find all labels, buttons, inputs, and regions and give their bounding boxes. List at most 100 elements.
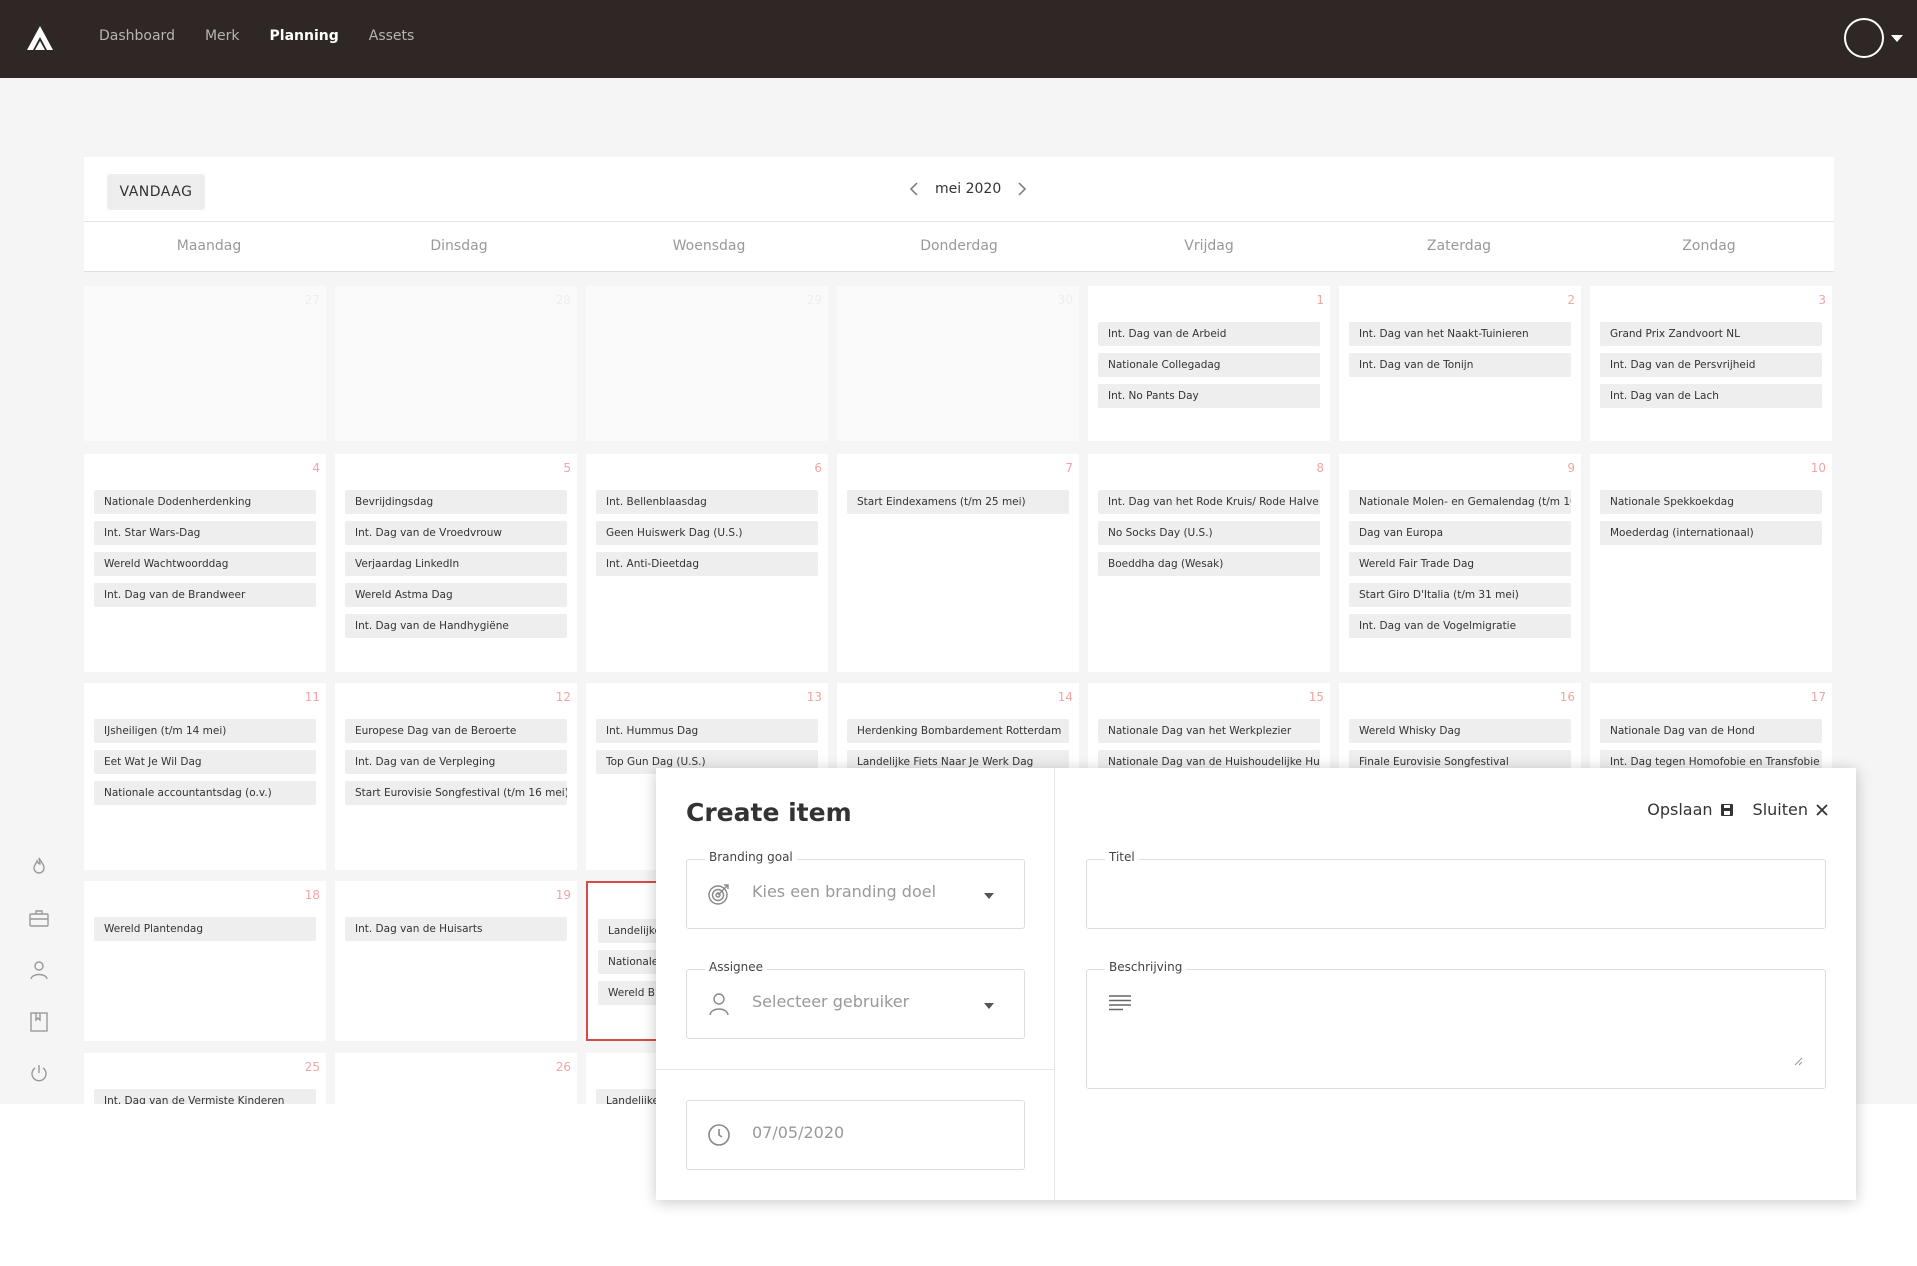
calendar-event[interactable]: Start Giro D'Italia (t/m 31 mei): [1349, 583, 1571, 607]
caret-down-icon[interactable]: [984, 893, 994, 899]
calendar-event[interactable]: Int. Hummus Dag: [596, 719, 818, 743]
avatar[interactable]: [1844, 18, 1884, 58]
calendar-event[interactable]: Int. Dag van de Handhygiëne: [345, 614, 567, 638]
calendar-event[interactable]: Eet Wat Je Wil Dag: [94, 750, 316, 774]
calendar-event[interactable]: Int. Dag van de Persvrijheid: [1600, 353, 1822, 377]
calendar-event[interactable]: Nationale Dag van het Werkplezier: [1098, 719, 1320, 743]
calendar-day-cell[interactable]: 9 Nationale Molen- en Gemalendag (t/m 10 …: [1339, 454, 1581, 672]
event-list: Start Eindexamens (t/m 25 mei): [847, 490, 1069, 514]
calendar-event[interactable]: Int. No Pants Day: [1098, 384, 1320, 408]
calendar-day-cell[interactable]: 18 Wereld Plantendag: [84, 881, 326, 1041]
calendar-day-cell[interactable]: 30: [837, 286, 1079, 441]
nav-item-merk[interactable]: Merk: [205, 28, 240, 44]
calendar-day-cell[interactable]: 4 Nationale Dodenherdenking Int. Star Wars…: [84, 454, 326, 672]
chevron-down-icon[interactable]: [1891, 35, 1903, 42]
calendar-event[interactable]: Int. Dag van de Vermiste Kinderen: [94, 1089, 316, 1104]
calendar-day-cell[interactable]: 7 Start Eindexamens (t/m 25 mei): [837, 454, 1079, 672]
calendar-event[interactable]: Wereld Whisky Dag: [1349, 719, 1571, 743]
calendar-event[interactable]: Moederdag (internationaal): [1600, 521, 1822, 545]
app-logo-icon[interactable]: [27, 26, 53, 50]
calendar-event[interactable]: Int. Dag van de Tonijn: [1349, 353, 1571, 377]
calendar-event[interactable]: Nationale Molen- en Gemalendag (t/m 10 m…: [1349, 490, 1571, 514]
caret-down-icon[interactable]: [984, 1003, 994, 1009]
calendar-day-cell[interactable]: 10 Nationale Spekkoekdag Moederdag (intern…: [1590, 454, 1832, 672]
calendar-event[interactable]: Wereld Fair Trade Dag: [1349, 552, 1571, 576]
calendar-event[interactable]: Start Eurovisie Songfestival (t/m 16 mei…: [345, 781, 567, 805]
date-field[interactable]: 07/05/2020: [686, 1100, 1025, 1170]
today-button[interactable]: VANDAAG: [107, 174, 205, 210]
calendar-day-cell[interactable]: 29: [586, 286, 828, 441]
close-button[interactable]: Sluiten: [1753, 800, 1828, 819]
bookmark-icon[interactable]: [27, 1011, 51, 1033]
calendar-day-cell[interactable]: 27: [84, 286, 326, 441]
calendar-day-cell[interactable]: 2 Int. Dag van het Naakt-Tuinieren Int. Da…: [1339, 286, 1581, 441]
branding-goal-select[interactable]: Branding goal Kies een branding doel: [686, 850, 1025, 929]
calendar-event[interactable]: Verjaardag LinkedIn: [345, 552, 567, 576]
calendar-event[interactable]: Geen Huiswerk Dag (U.S.): [596, 521, 818, 545]
calendar-event[interactable]: Herdenking Bombardement Rotterdam: [847, 719, 1069, 743]
calendar-event[interactable]: Wereld Wachtwoorddag: [94, 552, 316, 576]
calendar-day-cell[interactable]: 1 Int. Dag van de Arbeid Nationale Collega…: [1088, 286, 1330, 441]
calendar-event[interactable]: Wereld Astma Dag: [345, 583, 567, 607]
calendar-event[interactable]: Int. Dag van het Naakt-Tuinieren: [1349, 322, 1571, 346]
calendar-day-cell[interactable]: 25 Int. Dag van de Vermiste Kinderen: [84, 1053, 326, 1104]
calendar-day-cell[interactable]: 19 Int. Dag van de Huisarts: [335, 881, 577, 1041]
assignee-select[interactable]: Assignee Selecteer gebruiker: [686, 960, 1025, 1039]
power-icon[interactable]: [27, 1063, 51, 1085]
calendar-day-cell[interactable]: 6 Int. Bellenblaasdag Geen Huiswerk Dag (U…: [586, 454, 828, 672]
chevron-left-icon[interactable]: [909, 182, 919, 196]
calendar-day-cell[interactable]: 12 Europese Dag van de Beroerte Int. Dag v…: [335, 683, 577, 870]
close-icon: [1816, 803, 1828, 816]
calendar-event[interactable]: Int. Dag van de Brandweer: [94, 583, 316, 607]
calendar-event[interactable]: Int. Dag van de Verpleging: [345, 750, 567, 774]
main-nav: Dashboard Merk Planning Assets: [99, 28, 414, 44]
calendar-event[interactable]: Wereld Plantendag: [94, 917, 316, 941]
calendar-day-cell[interactable]: 5 Bevrijdingsdag Int. Dag van de Vroedvrou…: [335, 454, 577, 672]
branding-goal-placeholder: Kies een branding doel: [752, 882, 937, 901]
calendar-event[interactable]: Nationale Dodenherdenking: [94, 490, 316, 514]
calendar-day-cell[interactable]: 3 Grand Prix Zandvoort NL Int. Dag van de …: [1590, 286, 1832, 441]
calendar-event[interactable]: Nationale Dag van de Hond: [1600, 719, 1822, 743]
resize-handle-icon[interactable]: [1793, 1056, 1803, 1066]
save-button[interactable]: Opslaan: [1647, 800, 1733, 819]
title-label: Titel: [1105, 850, 1139, 864]
calendar-event[interactable]: IJsheiligen (t/m 14 mei): [94, 719, 316, 743]
event-list: Int. Hummus Dag Top Gun Dag (U.S.): [596, 719, 818, 774]
calendar-event[interactable]: Boeddha dag (Wesak): [1098, 552, 1320, 576]
calendar-event[interactable]: Dag van Europa: [1349, 521, 1571, 545]
calendar-event[interactable]: Int. Dag van de Vogelmigratie: [1349, 614, 1571, 638]
calendar-event[interactable]: Int. Dag van het Rode Kruis/ Rode Halve …: [1098, 490, 1320, 514]
calendar-event[interactable]: Int. Bellenblaasdag: [596, 490, 818, 514]
calendar-event[interactable]: No Socks Day (U.S.): [1098, 521, 1320, 545]
calendar-day-cell[interactable]: 26: [335, 1053, 577, 1104]
calendar-day-cell[interactable]: 8 Int. Dag van het Rode Kruis/ Rode Halve…: [1088, 454, 1330, 672]
briefcase-icon[interactable]: [27, 907, 51, 929]
calendar-event[interactable]: Int. Dag van de Arbeid: [1098, 322, 1320, 346]
nav-item-assets[interactable]: Assets: [369, 28, 415, 44]
calendar-event[interactable]: Europese Dag van de Beroerte: [345, 719, 567, 743]
user-icon[interactable]: [27, 959, 51, 981]
calendar-event[interactable]: Start Eindexamens (t/m 25 mei): [847, 490, 1069, 514]
calendar-event[interactable]: Grand Prix Zandvoort NL: [1600, 322, 1822, 346]
day-number: 16: [1559, 690, 1575, 704]
calendar-event[interactable]: Int. Dag van de Huisarts: [345, 917, 567, 941]
calendar-event[interactable]: Nationale accountantsdag (o.v.): [94, 781, 316, 805]
description-textarea[interactable]: Beschrijving: [1086, 960, 1826, 1089]
calendar-day-cell[interactable]: 28: [335, 286, 577, 441]
calendar-header-border: [84, 271, 1834, 272]
chevron-right-icon[interactable]: [1017, 182, 1027, 196]
nav-item-dashboard[interactable]: Dashboard: [99, 28, 175, 44]
clock-icon: [708, 1124, 730, 1146]
calendar-event[interactable]: Int. Anti-Dieetdag: [596, 552, 818, 576]
calendar-event[interactable]: Bevrijdingsdag: [345, 490, 567, 514]
calendar-event[interactable]: Int. Dag van de Vroedvrouw: [345, 521, 567, 545]
calendar-event[interactable]: Int. Dag van de Lach: [1600, 384, 1822, 408]
calendar-event[interactable]: Nationale Collegadag: [1098, 353, 1320, 377]
calendar-event[interactable]: Int. Star Wars-Dag: [94, 521, 316, 545]
calendar-day-cell[interactable]: 11 IJsheiligen (t/m 14 mei) Eet Wat Je Wil…: [84, 683, 326, 870]
fire-icon[interactable]: [27, 855, 51, 877]
floppy-icon: [1720, 803, 1733, 816]
title-input[interactable]: Titel: [1086, 850, 1826, 929]
nav-item-planning[interactable]: Planning: [270, 28, 339, 44]
calendar-event[interactable]: Nationale Spekkoekdag: [1600, 490, 1822, 514]
